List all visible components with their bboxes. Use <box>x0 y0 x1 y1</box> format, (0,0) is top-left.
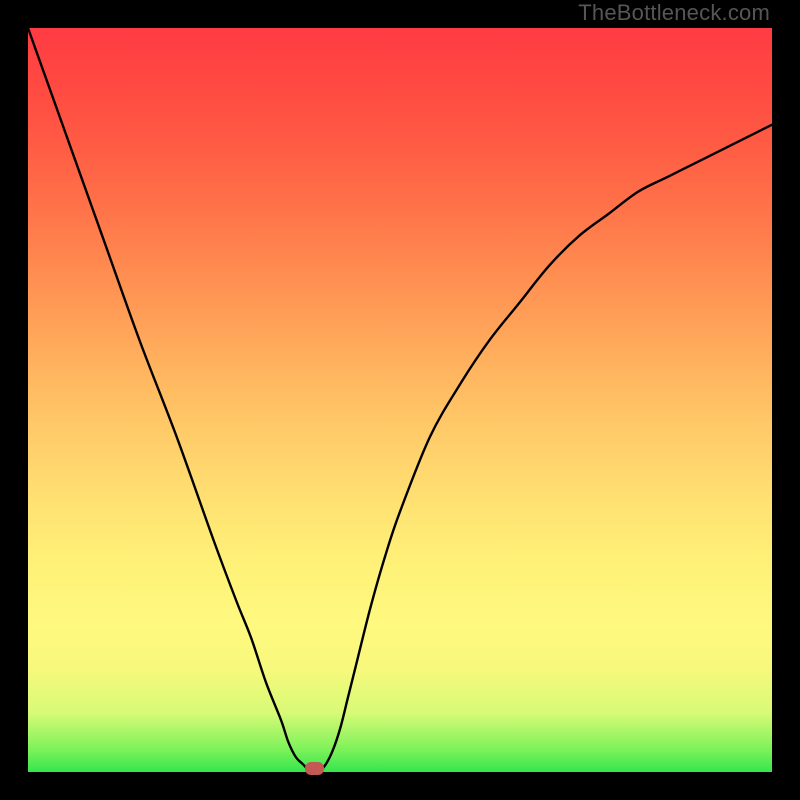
plot-area <box>28 28 772 772</box>
minimum-marker <box>305 762 324 775</box>
curve-svg <box>28 28 772 772</box>
watermark-text: TheBottleneck.com <box>578 0 770 26</box>
chart-frame: TheBottleneck.com <box>0 0 800 800</box>
bottleneck-curve-path <box>28 28 772 773</box>
